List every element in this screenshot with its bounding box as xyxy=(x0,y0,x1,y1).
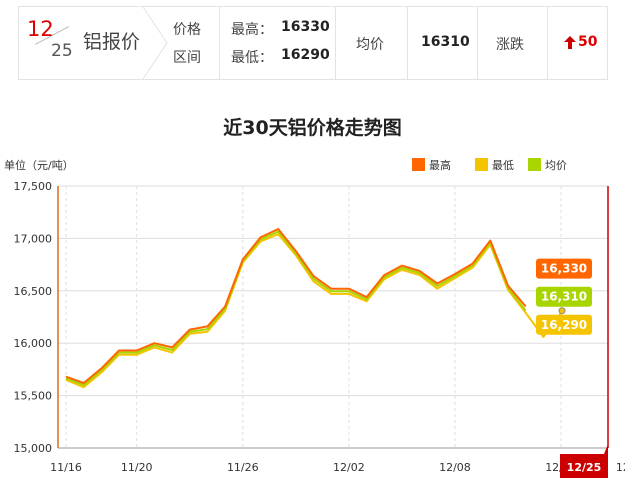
label-low: 16,290 xyxy=(541,318,587,332)
y-tick-label: 17,500 xyxy=(14,180,53,193)
x-tick-label: 12/18 xyxy=(616,461,625,474)
price-trend-chart: 15,000 15,500 16,000 16,500 17,000 17,500 11/1… xyxy=(14,158,625,478)
legend-swatch xyxy=(412,158,425,171)
x-tick-label: 12/02 xyxy=(333,461,365,474)
x-tick-label: 11/26 xyxy=(227,461,259,474)
y-tick-label: 15,500 xyxy=(14,390,53,403)
y-tick-label: 17,000 xyxy=(14,232,53,245)
series-line-0 xyxy=(66,229,561,383)
series-line-1 xyxy=(65,233,562,389)
series-line-2 xyxy=(66,232,561,386)
y-tick-label: 16,500 xyxy=(14,285,53,298)
x-tick-label: 11/16 xyxy=(50,461,82,474)
legend-swatch xyxy=(475,158,488,171)
legend-label: 最低 xyxy=(492,159,514,172)
legend-swatch xyxy=(528,158,541,171)
x-tick-label: 11/20 xyxy=(121,461,153,474)
highlight-x-label-pointer xyxy=(604,444,608,454)
label-high: 16,330 xyxy=(541,262,587,276)
legend-label: 最高 xyxy=(429,158,451,172)
current-point xyxy=(558,307,566,315)
label-avg: 16,310 xyxy=(541,290,587,304)
x-tick-label: 12/08 xyxy=(439,461,471,474)
y-tick-label: 15,000 xyxy=(14,442,53,455)
legend-label: 均价 xyxy=(545,159,567,172)
y-tick-label: 16,000 xyxy=(14,337,53,350)
x-tick-label-highlight: 12/25 xyxy=(567,461,602,474)
